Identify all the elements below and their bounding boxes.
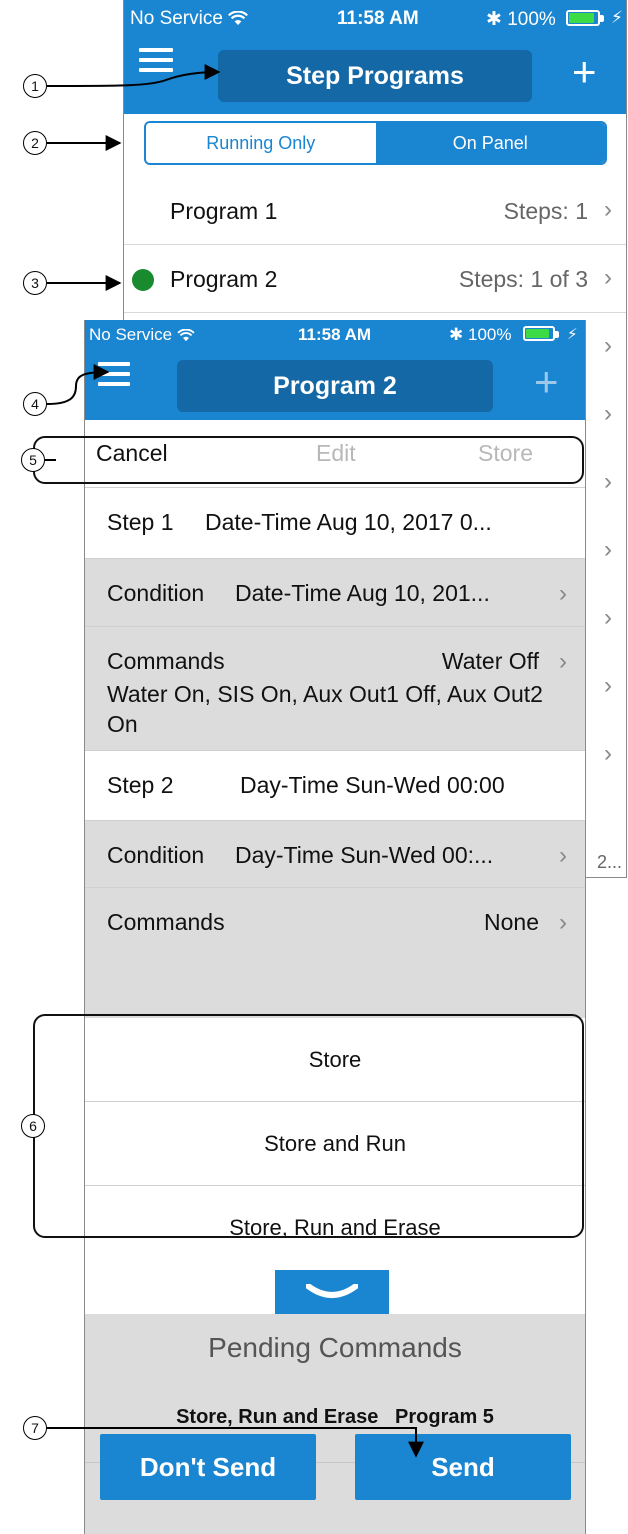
condition-row[interactable]: Condition Date-Time Aug 10, 201... › xyxy=(85,559,585,627)
nav-bar: Step Programs + xyxy=(124,36,626,114)
wifi-icon xyxy=(227,11,248,26)
commands-label: Commands xyxy=(107,909,225,935)
chevron-right-icon: › xyxy=(604,196,612,223)
step-row[interactable]: Step 1 Date-Time Aug 10, 2017 0... xyxy=(85,488,585,559)
callout-6: 6 xyxy=(21,1114,45,1138)
send-button[interactable]: Send xyxy=(355,1434,571,1500)
condition-label: Condition xyxy=(107,580,205,606)
chevron-right-icon: › xyxy=(559,580,567,607)
program-steps: Steps: 1 of 3 xyxy=(458,266,588,292)
chevron-right-icon[interactable]: › xyxy=(604,332,612,360)
chevron-right-icon: › xyxy=(559,648,567,675)
commands-value: Water Off xyxy=(441,648,539,674)
segmented-control: Running Only On Panel xyxy=(144,121,607,165)
pending-item: Store, Run and Erase Program 5 xyxy=(176,1406,494,1428)
dont-send-button[interactable]: Don't Send xyxy=(100,1434,316,1500)
plus-icon[interactable]: + xyxy=(572,51,597,93)
hamburger-icon[interactable] xyxy=(98,362,130,392)
chevron-right-icon[interactable]: › xyxy=(604,400,612,428)
charging-icon: ⚡ xyxy=(567,326,578,343)
commands-detail: Water On, SIS On, Aux Out1 Off, Aux Out2… xyxy=(107,681,543,737)
page-title: Step Programs xyxy=(218,50,532,102)
program-name: Program 1 xyxy=(170,198,278,224)
segment-running-only[interactable]: Running Only xyxy=(146,123,376,163)
running-indicator-icon xyxy=(132,269,154,291)
bluetooth-battery: ✱ 100% xyxy=(486,9,556,30)
chevron-right-icon[interactable]: › xyxy=(604,468,612,496)
chevron-right-icon: › xyxy=(604,264,612,291)
plus-icon: + xyxy=(534,358,559,405)
program-row-running[interactable]: Program 2 Steps: 1 of 3 › xyxy=(124,245,626,313)
step-row[interactable]: Step 2 Day-Time Sun-Wed 00:00 xyxy=(85,751,585,821)
callout-5: 5 xyxy=(21,448,45,472)
chevron-right-icon: › xyxy=(559,842,567,869)
battery-icon xyxy=(523,326,559,341)
step-list: Step 1 Date-Time Aug 10, 2017 0... Condi… xyxy=(85,488,585,1094)
clock: 11:58 AM xyxy=(298,325,372,344)
collapse-tab[interactable] xyxy=(275,1270,389,1314)
edit-bar-highlight xyxy=(33,436,584,484)
commands-row[interactable]: Commands Water Off › Water On, SIS On, A… xyxy=(85,627,585,751)
carrier-label: No Service xyxy=(89,325,195,345)
condition-label: Condition xyxy=(107,842,205,868)
chevron-right-icon[interactable]: › xyxy=(604,536,612,564)
callout-1: 1 xyxy=(23,74,47,98)
step-label: Step 2 xyxy=(107,772,174,798)
chevron-right-icon[interactable]: › xyxy=(604,740,612,768)
status-bar: No Service 11:58 AM ✱ 100% ⚡ xyxy=(124,0,626,36)
callout-7: 7 xyxy=(23,1416,47,1440)
carrier-label: No Service xyxy=(130,8,248,30)
condition-value: Date-Time Aug 10, 201... xyxy=(235,580,490,606)
program-steps: Steps: 1 xyxy=(503,198,588,224)
page-title: Program 2 xyxy=(177,360,493,412)
program-row[interactable]: Program 1 Steps: 1 › xyxy=(124,177,626,245)
commands-label: Commands xyxy=(107,648,225,674)
segment-on-panel[interactable]: On Panel xyxy=(375,123,605,163)
step-value: Date-Time Aug 10, 2017 0... xyxy=(205,509,492,535)
wifi-icon xyxy=(177,329,195,342)
truncated-row-text: 2... xyxy=(596,852,622,872)
chevron-right-icon[interactable]: › xyxy=(604,672,612,700)
pending-title: Pending Commands xyxy=(208,1332,462,1363)
callout-2: 2 xyxy=(23,131,47,155)
program-detail-screen: No Service 11:58 AM ✱ 100% ⚡ Program 2 +… xyxy=(84,320,586,1534)
step-label: Step 1 xyxy=(107,509,174,535)
callout-4: 4 xyxy=(23,392,47,416)
clock: 11:58 AM xyxy=(337,8,419,29)
chevron-down-icon xyxy=(306,1284,358,1298)
pending-commands-panel: Pending Commands Store, Run and Erase Pr… xyxy=(85,1314,585,1534)
bluetooth-icon: ✱ xyxy=(449,325,464,344)
condition-value: Day-Time Sun-Wed 00:... xyxy=(235,842,494,868)
battery-icon xyxy=(566,10,604,26)
status-bar: No Service 11:58 AM ✱ 100% ⚡ xyxy=(85,320,585,348)
charging-icon: ⚡ xyxy=(611,8,623,27)
chevron-right-icon: › xyxy=(559,909,567,936)
nav-bar: Program 2 + xyxy=(85,348,585,420)
commands-value: None xyxy=(484,909,539,935)
step-value: Day-Time Sun-Wed 00:00 xyxy=(240,772,505,798)
condition-row[interactable]: Condition Day-Time Sun-Wed 00:... › xyxy=(85,821,585,888)
bluetooth-icon: ✱ xyxy=(486,9,502,30)
hamburger-icon[interactable] xyxy=(139,48,173,78)
commands-row[interactable]: Commands None › xyxy=(85,888,585,954)
bluetooth-battery: ✱ 100% xyxy=(449,325,512,344)
program-name: Program 2 xyxy=(170,266,278,292)
action-sheet-highlight xyxy=(33,1014,584,1238)
chevron-right-icon[interactable]: › xyxy=(604,604,612,632)
callout-3: 3 xyxy=(23,271,47,295)
